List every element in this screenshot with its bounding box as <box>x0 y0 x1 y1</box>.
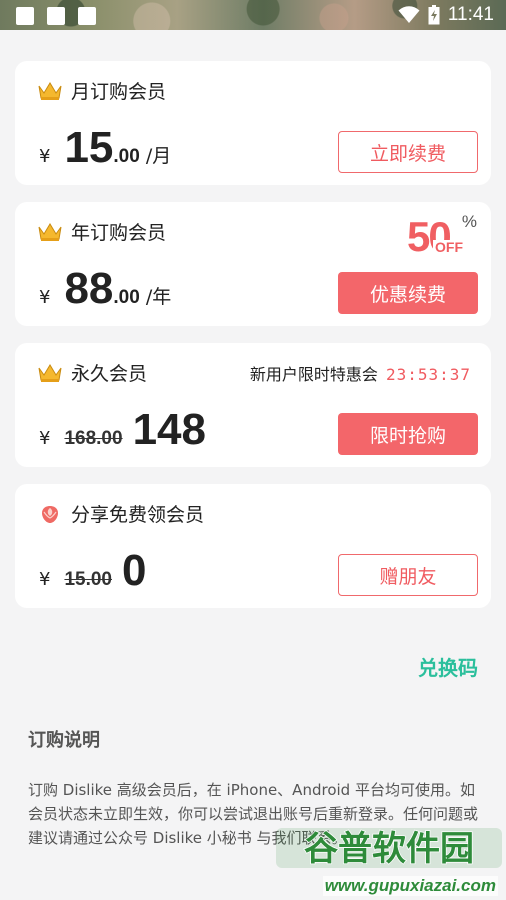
crown-icon <box>38 222 62 241</box>
status-bar: 11:41 <box>0 0 506 30</box>
price: ¥ 168.00 148 <box>39 405 206 455</box>
price: ¥ 15.00 0 <box>39 546 146 596</box>
redeem-code-link[interactable]: 兑换码 <box>418 652 478 681</box>
price-decimal: .00 <box>113 287 140 308</box>
battery-charging-icon <box>428 5 440 25</box>
promo-countdown: 新用户限时特惠会 23:53:37 <box>250 361 471 385</box>
discount-badge: 50 % OFF <box>407 210 477 258</box>
price-integer: 88 <box>64 264 114 313</box>
price: ¥ 88 .00 /年 <box>39 264 171 314</box>
plan-title: 永久会员 <box>71 363 148 385</box>
crown-icon <box>38 363 62 382</box>
gift-friend-button[interactable]: 赠朋友 <box>338 554 478 596</box>
watermark-url: www.gupuxiazai.com <box>322 876 498 896</box>
countdown-timer: 23:53:37 <box>385 365 471 384</box>
clock: 11:41 <box>447 4 494 25</box>
flash-sale-button[interactable]: 限时抢购 <box>338 413 478 455</box>
plan-title: 月订购会员 <box>71 81 167 103</box>
price-integer: 148 <box>132 405 206 454</box>
plan-title: 分享免费领会员 <box>71 504 205 526</box>
svg-text:谷普软件园: 谷普软件园 <box>304 829 474 868</box>
plan-card-yearly: 年订购会员 50 % OFF ¥ 88 .00 /年 优惠续费 <box>15 202 491 326</box>
crown-icon <box>38 81 62 100</box>
plan-card-share: 分享免费领会员 ¥ 15.00 0 赠朋友 <box>15 484 491 608</box>
renew-now-button[interactable]: 立即续费 <box>338 131 478 173</box>
original-price: 168.00 <box>64 428 123 449</box>
plan-card-lifetime: 永久会员 新用户限时特惠会 23:53:37 ¥ 168.00 148 限时抢购 <box>15 343 491 467</box>
notification-icon <box>16 7 34 25</box>
rose-icon <box>42 505 58 523</box>
discount-off-label: OFF <box>433 239 465 256</box>
notification-icon <box>78 7 96 25</box>
instructions-title: 订购说明 <box>28 730 100 751</box>
currency-symbol: ¥ <box>39 146 51 167</box>
promo-label: 新用户限时特惠会 <box>249 365 378 384</box>
watermark-logo: 谷普软件园 <box>276 828 502 868</box>
original-price: 15.00 <box>64 569 112 590</box>
price: ¥ 15 .00 /月 <box>39 123 171 173</box>
price-decimal: .00 <box>113 146 140 167</box>
notification-icons <box>16 7 96 25</box>
currency-symbol: ¥ <box>39 569 51 590</box>
price-unit: /年 <box>145 286 172 308</box>
notification-icon <box>47 7 65 25</box>
plan-title: 年订购会员 <box>71 222 167 244</box>
watermark: 谷普软件园 www.gupuxiazai.com <box>276 824 502 896</box>
plan-card-monthly: 月订购会员 ¥ 15 .00 /月 立即续费 <box>15 61 491 185</box>
discount-percent: % <box>461 212 477 231</box>
wifi-icon <box>398 6 420 23</box>
currency-symbol: ¥ <box>39 287 51 308</box>
price-integer: 0 <box>122 546 147 595</box>
currency-symbol: ¥ <box>39 428 51 449</box>
price-integer: 15 <box>64 123 114 172</box>
price-unit: /月 <box>145 145 172 167</box>
discount-renew-button[interactable]: 优惠续费 <box>338 272 478 314</box>
